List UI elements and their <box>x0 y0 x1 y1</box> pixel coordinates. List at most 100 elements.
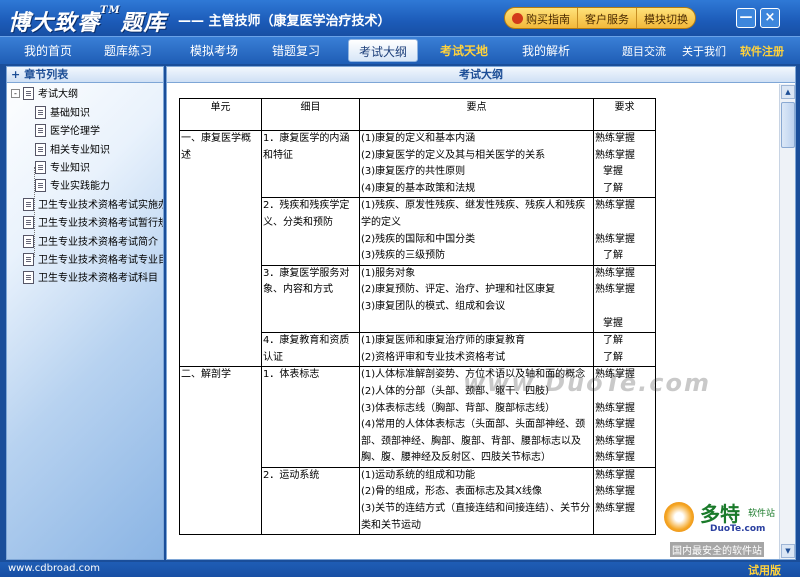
requirement-cell: 熟练掌握 熟练掌握 熟练掌握 熟练掌握 熟练掌握 <box>593 366 656 468</box>
requirement-line: 熟练掌握 <box>595 267 635 279</box>
nav-register[interactable]: 软件注册 <box>740 43 784 59</box>
unit-cell: 一、康复医学概述 <box>179 129 262 368</box>
tree-node-label: 医学伦理学 <box>50 126 100 137</box>
point-line: (1)康复的定义和基本内涵 <box>361 133 476 144</box>
item-cell: 2．运动系统 <box>261 466 360 536</box>
document-icon <box>35 124 46 137</box>
point-line: (4)康复的基本政策和法规 <box>361 182 476 194</box>
tree-node-label: 卫生专业技术资格考试简介 <box>38 237 158 248</box>
module-switch-button[interactable]: 模块切换 <box>637 8 695 28</box>
table-body: 一、康复医学概述 1．康复医学的内涵和特征 (1)康复的定义和基本内涵 (2)康复医学… <box>179 129 656 536</box>
point-line: (3)体表标志线（胸部、背部、腹部标志线） <box>361 402 556 414</box>
tree-node-introduction[interactable]: 卫生专业技术资格考试简介 <box>7 233 163 251</box>
document-icon <box>35 106 46 119</box>
collapse-icon[interactable]: - <box>11 89 20 98</box>
tree-node-label: 卫生专业技术资格考试科目 <box>38 273 158 284</box>
table-header-row: 单元 细目 要点 要求 <box>179 98 656 131</box>
point-line: (3)康复团队的模式、组成和会议 <box>361 300 506 312</box>
document-icon <box>35 143 46 156</box>
nav-mock-exam[interactable]: 模拟考场 <box>190 42 238 59</box>
tree-node-interim-rules[interactable]: 卫生专业技术资格考试暂行规 <box>7 214 163 232</box>
point-line: (1)人体标准解剖姿势、方位术语以及轴和面的概念 <box>361 369 586 381</box>
tree-node-ethics[interactable]: 医学伦理学 <box>7 122 163 140</box>
requirement-cell: 熟练掌握 熟练掌握 掌握 了解 <box>593 129 656 199</box>
sidebar-header: + 章节列表 <box>7 67 163 83</box>
panel-title: 考试大纲 <box>167 67 795 83</box>
table-row: 二、解剖学 1．体表标志 (1)人体标准解剖姿势、方位术语以及轴和面的概念 (2)人体… <box>179 366 656 536</box>
nav-my-analysis[interactable]: 我的解析 <box>522 42 570 59</box>
point-line: (3)康复医疗的共性原则 <box>361 166 466 178</box>
point-line: (2)资格评审和专业技术资格考试 <box>361 351 506 363</box>
syllabus-content: 单元 细目 要点 要求 一、康复医学概述 1．康复医学的内涵和特征 (1)康复的定义… <box>167 84 779 559</box>
close-button[interactable]: × <box>760 8 780 28</box>
app-brand: 博大致睿TM题库 <box>8 5 167 37</box>
tree-node-label: 卫生专业技术资格考试专业目 <box>38 255 163 266</box>
header-item: 细目 <box>261 98 360 131</box>
tree-node-subjects[interactable]: 卫生专业技术资格考试科目 <box>7 269 163 287</box>
requirement-line: 熟练掌握 <box>595 486 635 498</box>
requirement-line <box>595 299 654 316</box>
requirement-cell: 熟练掌握 熟练掌握 掌握 <box>593 264 656 334</box>
requirement-line: 熟练掌握 <box>595 233 635 245</box>
requirement-line: 熟练掌握 <box>595 452 635 464</box>
status-url: www.cdbroad.com <box>8 563 101 574</box>
nav-wrong-review[interactable]: 错题复习 <box>272 42 320 59</box>
requirement-line: 熟练掌握 <box>595 435 635 447</box>
requirement-line: 熟练掌握 <box>595 503 635 515</box>
requirement-cell: 熟练掌握 熟练掌握 了解 <box>593 197 656 266</box>
tree-node-syllabus[interactable]: - 考试大纲 <box>7 85 163 103</box>
item-cell: 4．康复教育和资质认证 <box>261 332 360 368</box>
brand-name: 博大致睿 <box>8 10 101 36</box>
nav-exam-world[interactable]: 考试天地 <box>440 42 488 59</box>
point-line: (1)运动系统的组成和功能 <box>361 469 476 481</box>
document-icon <box>23 235 34 248</box>
header-points: 要点 <box>359 98 594 131</box>
plus-icon: + <box>11 68 21 81</box>
requirement-line: 了解 <box>603 182 623 194</box>
points-cell: (1)残疾、原发性残疾、继发性残疾、残疾人和残疾学的定义 (2)残疾的国际和中国分… <box>359 197 594 266</box>
app-subtitle: —— 主管技师（康复医学治疗技术） <box>178 14 391 29</box>
nav-question-bank[interactable]: 题库练习 <box>104 42 152 59</box>
point-line: (3)关节的连结方式（直接连结和间接连结）、关节分类和关节运动 <box>361 503 591 531</box>
point-line: (2)康复预防、评定、治疗、护理和社区康复 <box>361 284 556 296</box>
point-line: (2)人体的分部（头部、颈部、躯干、四肢） <box>361 385 556 397</box>
requirement-line: 掌握 <box>603 166 623 178</box>
points-cell: (1)人体标准解剖姿势、方位术语以及轴和面的概念 (2)人体的分部（头部、颈部、躯… <box>359 366 594 468</box>
requirement-line: 熟练掌握 <box>595 284 635 296</box>
nav-exam-syllabus[interactable]: 考试大纲 <box>348 39 419 62</box>
tree-node-basic[interactable]: 基础知识 <box>7 104 163 122</box>
tree-node-professional[interactable]: 专业知识 <box>7 159 163 177</box>
customer-service-button[interactable]: 客户服务 <box>578 8 637 28</box>
minimize-button[interactable]: — <box>736 8 756 28</box>
scroll-down-icon[interactable]: ▼ <box>781 544 795 558</box>
document-icon <box>23 253 34 266</box>
nav-about[interactable]: 关于我们 <box>682 43 726 59</box>
cart-icon <box>512 13 523 24</box>
requirement-line: 熟练掌握 <box>595 402 635 414</box>
point-line: (1)残疾、原发性残疾、继发性残疾、残疾人和残疾学的定义 <box>361 200 586 228</box>
nav-home[interactable]: 我的首页 <box>24 42 72 59</box>
scroll-thumb[interactable] <box>781 102 795 148</box>
purchase-guide-button[interactable]: 购买指南 <box>505 8 578 28</box>
top-button-group: 购买指南 客户服务 模块切换 <box>504 7 696 29</box>
scroll-up-icon[interactable]: ▲ <box>781 85 795 99</box>
brand-suffix: 题库 <box>120 10 167 36</box>
tree-node-label: 相关专业知识 <box>50 145 110 156</box>
points-cell: (1)运动系统的组成和功能 (2)骨的组成，形态、表面标志及其X线像 (3)关节的连… <box>359 466 594 536</box>
tree-node-label: 专业知识 <box>50 163 90 174</box>
vertical-scrollbar[interactable]: ▲ ▼ <box>779 84 795 559</box>
tree-node-label: 专业实践能力 <box>50 181 110 192</box>
item-cell: 1．体表标志 <box>261 366 360 468</box>
tree-node-related[interactable]: 相关专业知识 <box>7 141 163 159</box>
header-unit: 单元 <box>179 98 262 131</box>
tree-node-practice[interactable]: 专业实践能力 <box>7 177 163 195</box>
tree-node-implementation[interactable]: 卫生专业技术资格考试实施办 <box>7 196 163 214</box>
nav-discussion[interactable]: 题目交流 <box>622 43 666 59</box>
tree-node-label: 卫生专业技术资格考试实施办 <box>38 200 163 211</box>
document-icon <box>23 198 34 211</box>
point-line: (1)服务对象 <box>361 267 416 279</box>
syllabus-table: 单元 细目 要点 要求 一、康复医学概述 1．康复医学的内涵和特征 (1)康复的定义… <box>179 98 656 536</box>
tree-node-specialty-list[interactable]: 卫生专业技术资格考试专业目 <box>7 251 163 269</box>
point-line: (4)常用的人体体表标志（头面部、头面部神经、颈部、颈部神经、胸部、腹部、背部、… <box>361 419 586 464</box>
requirement-line: 熟练掌握 <box>595 200 635 212</box>
